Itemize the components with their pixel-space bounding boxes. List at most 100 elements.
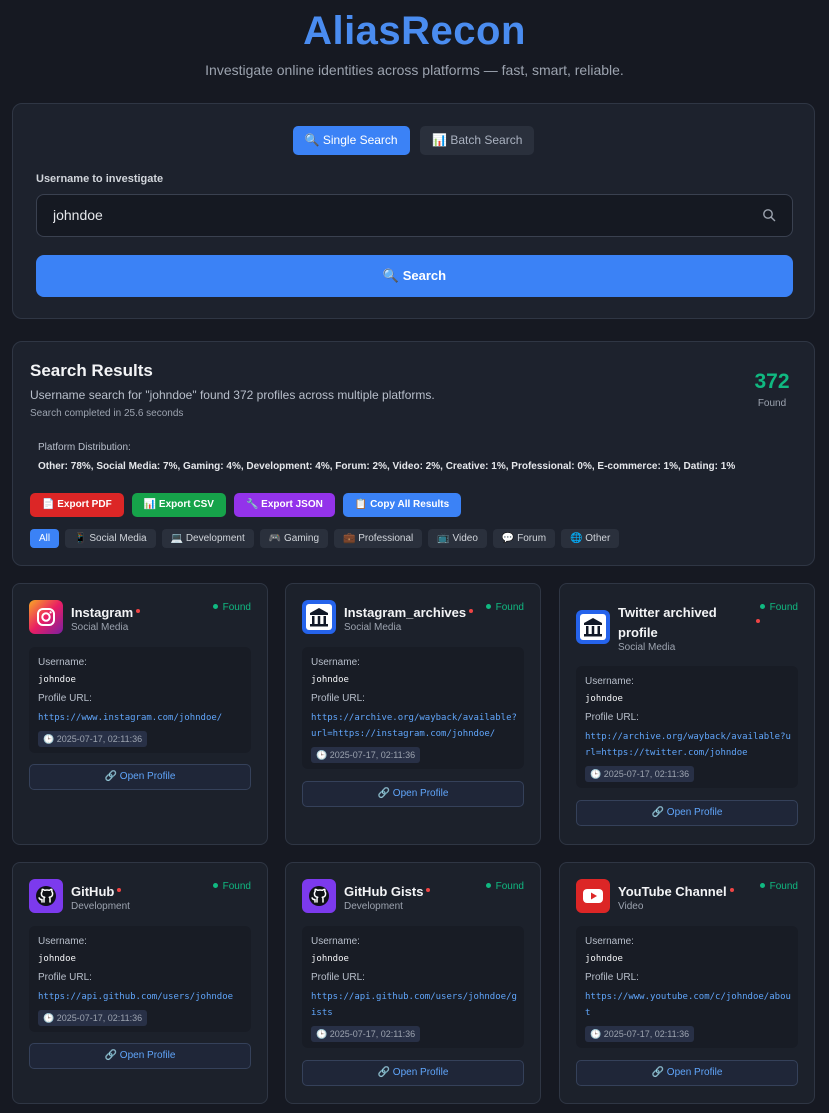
open-profile-button[interactable]: 🔗 Open Profile (29, 764, 251, 790)
username-label: Username: (38, 657, 87, 668)
status-badge: Found (759, 602, 798, 613)
timestamp-badge: 🕒 2025-07-17, 02:11:36 (585, 766, 695, 782)
profile-url-link[interactable]: https://api.github.com/users/johndoe/gis… (311, 989, 521, 1021)
github-icon (302, 879, 336, 913)
results-title: Search Results (30, 361, 153, 380)
username-label: Username: (585, 676, 634, 687)
search-panel: 🔍 Single Search 📊 Batch Search Username … (12, 103, 815, 319)
filter-video[interactable]: 📺 Video (428, 529, 487, 548)
card-category: Social Media (618, 642, 676, 653)
username-label: Username: (585, 936, 634, 947)
profile-url-link[interactable]: http://archive.org/wayback/available?url… (585, 729, 795, 761)
result-card: Instagram Social Media Found Username: j… (12, 583, 268, 845)
card-info: Username: johndoe Profile URL: https://a… (29, 926, 251, 1032)
profile-url-link[interactable]: https://api.github.com/users/johndoe (38, 989, 248, 1005)
result-card: Instagram_archives Social Media Found Us… (285, 583, 541, 845)
timestamp-badge: 🕒 2025-07-17, 02:11:36 (38, 1010, 148, 1026)
card-info: Username: johndoe Profile URL: https://w… (29, 647, 251, 753)
tab-single-search[interactable]: 🔍 Single Search (292, 126, 410, 155)
found-count-label: Found (757, 398, 787, 409)
card-title-text: GitHub Gists (344, 884, 424, 899)
found-count: 372 (754, 370, 790, 393)
timestamp-badge: 🕒 2025-07-17, 02:11:36 (38, 731, 148, 747)
open-profile-button[interactable]: 🔗 Open Profile (29, 1043, 251, 1069)
timestamp-badge: 🕒 2025-07-17, 02:11:36 (311, 747, 421, 763)
app-header: AliasRecon Investigate online identities… (0, 0, 829, 78)
card-category: Social Media (71, 622, 129, 633)
card-title-text: Instagram_archives (344, 605, 467, 620)
username-field-label: Username to investigate (36, 173, 164, 185)
card-title: Instagram (71, 603, 191, 623)
tab-batch-search[interactable]: 📊 Batch Search (420, 126, 535, 155)
profile-url-label: Profile URL: (38, 693, 92, 704)
category-filters: All 📱 Social Media 💻 Development 🎮 Gamin… (30, 529, 620, 548)
card-info: Username: johndoe Profile URL: http://ar… (576, 666, 798, 788)
open-profile-button[interactable]: 🔗 Open Profile (302, 781, 524, 807)
youtube-icon (576, 879, 610, 913)
username-value: johndoe (311, 675, 349, 685)
copy-all-results-button[interactable]: 📋 Copy All Results (342, 493, 462, 517)
open-profile-button[interactable]: 🔗 Open Profile (576, 800, 798, 826)
result-card: Twitter archived profile Social Media Fo… (559, 583, 815, 845)
search-button[interactable]: 🔍 Search (36, 255, 793, 297)
username-value: johndoe (585, 954, 623, 964)
filter-social-media[interactable]: 📱 Social Media (65, 529, 156, 548)
status-text: Found (222, 881, 251, 892)
open-profile-button[interactable]: 🔗 Open Profile (302, 1060, 524, 1086)
distribution-values: Other: 78%, Social Media: 7%, Gaming: 4%… (38, 461, 736, 472)
username-value: johndoe (311, 954, 349, 964)
card-title: Instagram_archives (344, 603, 474, 623)
card-title: GitHub Gists (344, 882, 474, 902)
search-mode-tabs: 🔍 Single Search 📊 Batch Search (13, 126, 814, 155)
profile-url-link[interactable]: https://archive.org/wayback/available?ur… (311, 710, 521, 742)
username-value: johndoe (38, 675, 76, 685)
timestamp-badge: 🕒 2025-07-17, 02:11:36 (585, 1026, 695, 1042)
alert-dot (469, 609, 474, 613)
results-panel: Search Results Username search for "john… (12, 341, 815, 566)
results-time: Search completed in 25.6 seconds (30, 408, 184, 419)
card-info: Username: johndoe Profile URL: https://a… (302, 647, 524, 769)
status-text: Found (495, 602, 524, 613)
alert-dot (136, 609, 141, 613)
card-category: Video (618, 901, 644, 912)
card-category: Development (344, 901, 403, 912)
card-info: Username: johndoe Profile URL: https://w… (576, 926, 798, 1048)
filter-all[interactable]: All (30, 529, 60, 548)
filter-other[interactable]: 🌐 Other (561, 529, 620, 548)
export-csv-button[interactable]: 📊 Export CSV (131, 493, 226, 517)
username-input[interactable] (53, 207, 733, 223)
username-input-box (36, 194, 793, 237)
filter-gaming[interactable]: 🎮 Gaming (259, 529, 329, 548)
card-title-text: GitHub (71, 884, 115, 899)
status-badge: Found (759, 881, 798, 892)
app-title: AliasRecon (303, 9, 526, 53)
archive-icon (302, 600, 336, 634)
profile-url-link[interactable]: https://www.instagram.com/johndoe/ (38, 710, 248, 726)
export-json-button[interactable]: 🔧 Export JSON (233, 493, 335, 517)
timestamp-badge: 🕒 2025-07-17, 02:11:36 (311, 1026, 421, 1042)
export-pdf-button[interactable]: 📄 Export PDF (30, 493, 124, 517)
status-text: Found (495, 881, 524, 892)
username-value: johndoe (585, 694, 623, 704)
card-info: Username: johndoe Profile URL: https://a… (302, 926, 524, 1048)
status-badge: Found (485, 881, 524, 892)
card-title: Twitter archived profile (618, 605, 717, 640)
username-label: Username: (311, 657, 360, 668)
status-text: Found (769, 602, 798, 613)
filter-development[interactable]: 💻 Development (161, 529, 254, 548)
profile-url-label: Profile URL: (38, 972, 92, 983)
result-card: GitHub Development Found Username: johnd… (12, 862, 268, 1104)
alert-dot (117, 888, 122, 892)
filter-professional[interactable]: 💼 Professional (334, 529, 423, 548)
results-summary: Username search for "johndoe" found 372 … (30, 388, 435, 402)
card-category: Development (71, 901, 130, 912)
card-category: Social Media (344, 622, 402, 633)
profile-url-label: Profile URL: (585, 972, 639, 983)
archive-icon (576, 610, 610, 644)
search-icon (763, 209, 776, 222)
card-title-text: YouTube Channel (618, 884, 727, 899)
filter-forum[interactable]: 💬 Forum (492, 529, 556, 548)
profile-url-link[interactable]: https://www.youtube.com/c/johndoe/about (585, 989, 795, 1021)
open-profile-button[interactable]: 🔗 Open Profile (576, 1060, 798, 1086)
alert-dot (426, 888, 431, 892)
